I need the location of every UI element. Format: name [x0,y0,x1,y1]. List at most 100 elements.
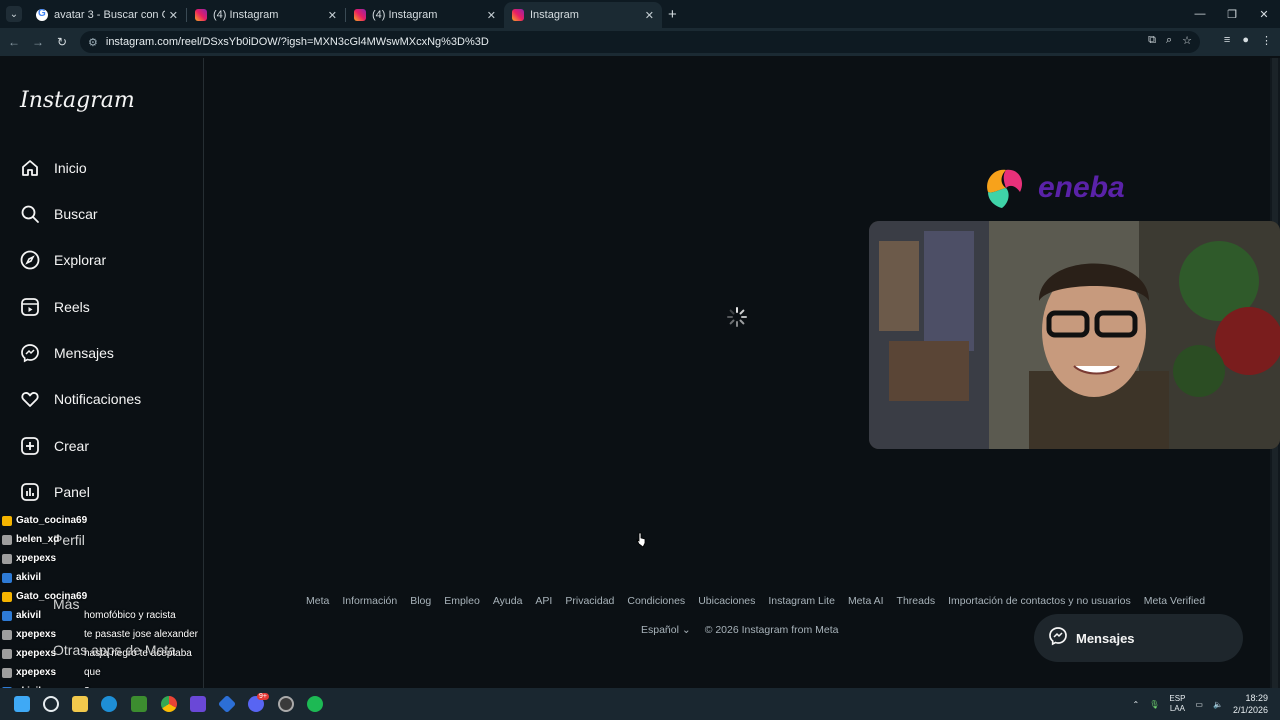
profile-avatar-icon[interactable]: ● [1242,34,1249,47]
windows-start-icon[interactable] [14,696,30,712]
chat-badge-icon [2,572,12,583]
nav-inicio[interactable]: Inicio [20,156,87,180]
instagram-icon [354,9,366,21]
install-app-icon[interactable]: ⧉ [1148,34,1156,47]
microphone-icon[interactable]: 🎙 [1149,700,1159,709]
nav-label: Explorar [54,252,107,268]
minimize-button[interactable]: — [1184,8,1216,20]
menu-kebab-icon[interactable]: ⋮ [1261,34,1272,47]
footer-link[interactable]: Privacidad [565,595,614,607]
copyright: © 2026 Instagram from Meta [704,624,839,636]
edge-icon[interactable] [101,696,117,712]
footer-link[interactable]: Importación de contactos y no usuarios [948,595,1131,607]
footer-link[interactable]: Meta Verified [1144,595,1205,607]
nav-panel[interactable]: Panel [20,480,90,504]
volume-icon[interactable]: 🔈 [1213,700,1223,709]
chat-message: xpepexs te pasaste jose alexander [2,629,198,640]
zoom-icon[interactable]: ⌕ [1166,34,1172,47]
tab-list-icon[interactable]: ≡ [1224,34,1230,47]
nav-explorar[interactable]: Explorar [20,248,106,272]
url-text: instagram.com/reel/DSxsYb0iDOW/?igsh=MXN… [105,36,489,48]
chat-username: belen_xd [16,534,60,545]
chat-message: akivil homofóbico y racista [2,610,176,621]
app-icon[interactable] [217,694,237,714]
chat-text: homofóbico y racista [84,610,176,621]
nav-label: Notificaciones [54,391,142,407]
close-window-button[interactable]: ✕ [1248,8,1280,21]
bookmark-star-icon[interactable]: ☆ [1182,34,1192,47]
chat-username: akivil [16,572,42,583]
chevron-up-icon[interactable]: ⌃ [1133,700,1140,709]
clock[interactable]: 18:29 2/1/2026 [1233,692,1268,716]
restore-button[interactable]: ❐ [1216,8,1248,21]
nav-buscar[interactable]: Buscar [20,202,98,226]
messages-floating-button[interactable]: Mensajes [1034,614,1243,662]
footer-link[interactable]: Empleo [444,595,480,607]
nav-crear[interactable]: Crear [20,434,89,458]
file-explorer-icon[interactable] [72,696,88,712]
chat-username: xpepexs [16,553,57,564]
footer-link[interactable]: Ubicaciones [698,595,755,607]
messages-button-label: Mensajes [1076,630,1135,646]
address-bar[interactable]: ⚙ instagram.com/reel/DSxsYb0iDOW/?igsh=M… [80,31,1200,53]
browser-tab[interactable]: avatar 3 - Buscar con Google ✕ [28,2,186,28]
heart-icon [20,389,40,409]
obs-icon[interactable] [190,696,206,712]
search-icon[interactable] [43,696,59,712]
site-info-icon[interactable]: ⚙ [88,36,98,49]
minecraft-icon[interactable] [131,696,147,712]
tab-close-icon[interactable]: ✕ [328,9,337,22]
browser-tab[interactable]: (4) Instagram ✕ [187,2,345,28]
tab-close-icon[interactable]: ✕ [487,9,496,22]
instagram-icon [195,9,207,21]
system-tray: ⌃ 🎙 ESP LAA ▭ 🔈 18:29 2/1/2026 [1133,692,1268,716]
language-label: Español [641,624,679,636]
footer-link[interactable]: Meta [306,595,329,607]
chat-message: Gato_cocina69 [2,591,87,602]
chat-text: hasta negro te aceptaba [84,648,192,659]
footer-link[interactable]: Información [342,595,397,607]
forward-button[interactable]: → [26,35,50,49]
nav-mensajes[interactable]: Mensajes [20,341,114,365]
language-selector[interactable]: Español ⌄ [641,624,691,636]
extensions-area: ≡ ● ⋮ [1224,34,1272,47]
footer-link[interactable]: Ayuda [493,595,523,607]
nav-notificaciones[interactable]: Notificaciones [20,387,141,411]
chat-badge-icon [2,648,12,659]
footer-link[interactable]: Threads [897,595,936,607]
footer-link[interactable]: Meta AI [848,595,884,607]
spotify-icon[interactable] [307,696,323,712]
footer-link[interactable]: Condiciones [627,595,685,607]
network-icon[interactable]: ▭ [1195,700,1203,709]
tab-close-icon[interactable]: ✕ [169,9,178,22]
browser-tab-active[interactable]: Instagram ✕ [504,2,662,28]
chat-message: belen_xd [2,534,59,545]
nav-label: Reels [54,299,90,315]
nav-label: Inicio [54,160,87,176]
nav-label: Mensajes [54,345,114,361]
reels-icon [20,297,40,317]
home-icon [20,158,40,178]
chart-icon [20,482,40,502]
sponsor-logo: eneba [980,162,1125,214]
footer-link[interactable]: Instagram Lite [768,595,835,607]
tab-search-button[interactable]: ⌄ [6,6,22,22]
nav-reels[interactable]: Reels [20,295,90,319]
streamer-webcam [869,221,1280,449]
instagram-logo[interactable]: Instagram [20,88,135,113]
back-button[interactable]: ← [2,35,26,49]
new-tab-button[interactable]: + [668,6,677,23]
chat-username: Gato_cocina69 [16,515,88,526]
reload-button[interactable]: ↻ [50,35,74,49]
steam-icon[interactable] [278,696,294,712]
window-controls: — ❐ ✕ [1184,0,1280,28]
chat-message: xpepexs [2,553,56,564]
browser-tab[interactable]: (4) Instagram ✕ [346,2,504,28]
footer-link[interactable]: Blog [410,595,431,607]
tab-close-icon[interactable]: ✕ [645,9,654,22]
chrome-icon[interactable] [161,696,177,712]
chat-username: xpepexs [16,648,57,659]
discord-badge: 9+ [257,693,269,700]
footer-link[interactable]: API [535,595,552,607]
language-indicator[interactable]: ESP LAA [1169,694,1185,714]
